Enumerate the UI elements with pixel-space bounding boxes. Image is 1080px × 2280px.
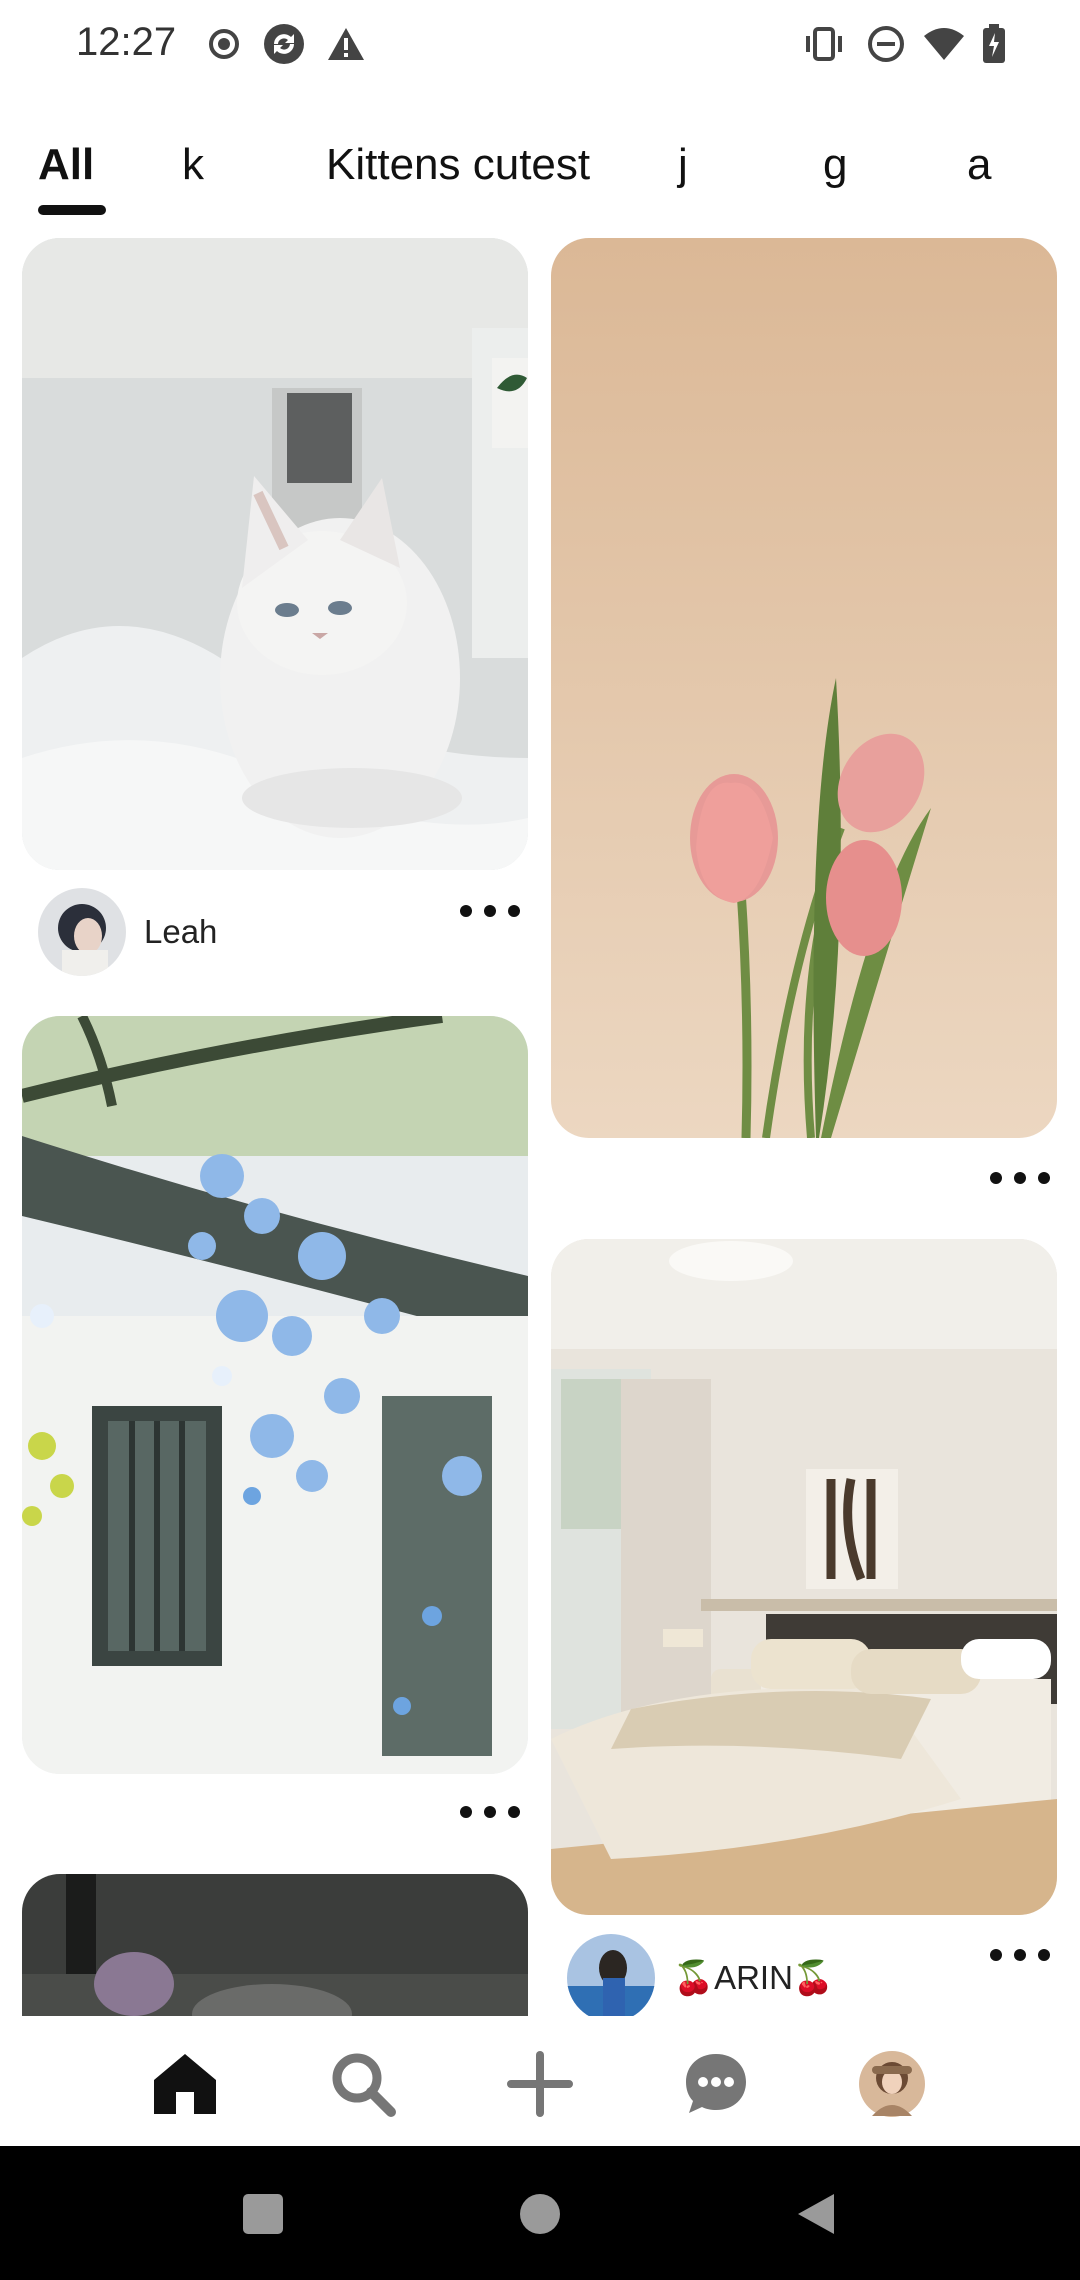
more-options-icon[interactable]: [460, 1797, 520, 1827]
pin-tulips-image[interactable]: [551, 238, 1057, 1138]
messages-icon[interactable]: [676, 2044, 756, 2124]
avatar: [567, 1934, 655, 2022]
pin-cat-author[interactable]: Leah: [38, 888, 217, 976]
pin-cat-image[interactable]: [22, 238, 528, 870]
author-name: 🍒ARIN🍒: [673, 1958, 835, 1996]
more-options-icon[interactable]: [990, 1163, 1050, 1193]
profile-avatar[interactable]: [852, 2044, 932, 2124]
author-name: Leah: [144, 913, 218, 950]
board-tabs: All k Kittens cutest j g a: [0, 130, 1080, 220]
record-icon: [202, 22, 246, 66]
recents-square[interactable]: [235, 2186, 291, 2242]
home-circle[interactable]: [512, 2186, 568, 2242]
avatar: [38, 888, 126, 976]
back-triangle[interactable]: [788, 2186, 844, 2242]
tab-j[interactable]: j: [678, 140, 688, 190]
tab-all[interactable]: All: [38, 140, 94, 190]
system-navigation-bar: [0, 2146, 1080, 2280]
battery-charging-icon: [972, 22, 1016, 66]
sync-icon: [262, 22, 306, 66]
warning-icon: [324, 22, 368, 66]
more-options-icon[interactable]: [460, 896, 520, 926]
vibrate-icon: [802, 22, 846, 66]
search-icon[interactable]: [323, 2044, 403, 2124]
tab-k[interactable]: k: [182, 140, 204, 190]
pin-bedroom-image[interactable]: [551, 1239, 1057, 1915]
more-options-icon[interactable]: [990, 1940, 1050, 1970]
tab-kittens-cutest[interactable]: Kittens cutest: [326, 140, 590, 190]
pin-bedroom-author[interactable]: 🍒ARIN🍒: [567, 1934, 834, 2022]
bottom-navigation: [0, 2016, 1080, 2146]
create-plus-icon[interactable]: [500, 2044, 580, 2124]
status-time: 12:27: [76, 20, 177, 64]
pin-flowers-image[interactable]: [22, 1016, 528, 1774]
wifi-icon: [922, 22, 966, 66]
do-not-disturb-icon: [864, 22, 908, 66]
home-icon[interactable]: [145, 2044, 225, 2124]
status-bar: 12:27: [0, 0, 1080, 90]
tab-a[interactable]: a: [967, 140, 991, 190]
active-tab-indicator: [38, 205, 106, 215]
tab-g[interactable]: g: [823, 140, 847, 190]
